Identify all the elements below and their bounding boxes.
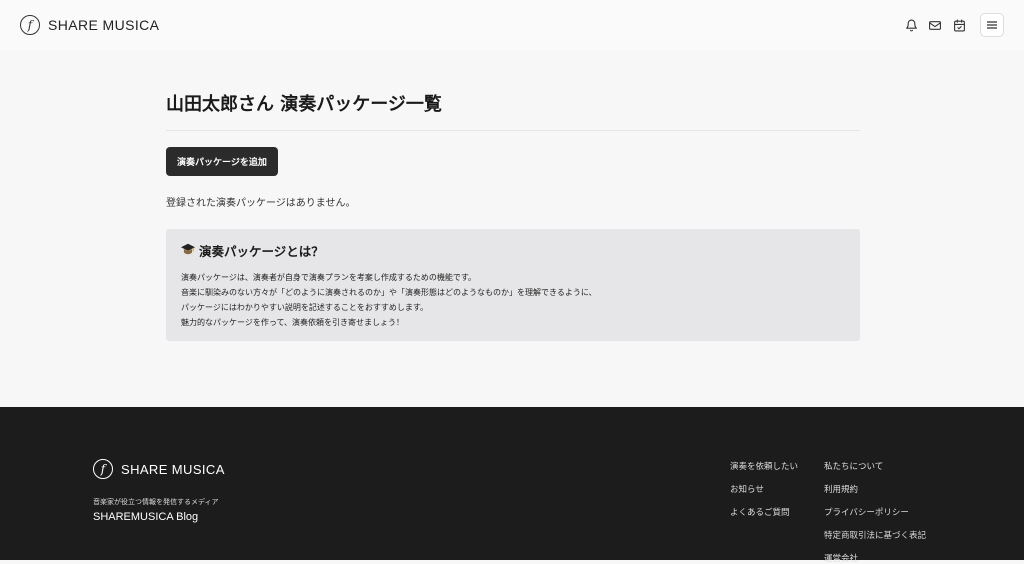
info-box: 演奏パッケージとは？ 演奏パッケージは、演奏者が自身で演奏プランを考案し作成する…	[166, 229, 860, 341]
main-content: 山田太郎さん 演奏パッケージ一覧 演奏パッケージを追加 登録された演奏パッケージ…	[166, 50, 860, 341]
footer-links-col2: 私たちについて 利用規約 プライバシーポリシー 特定商取引法に基づく表記 運営会…	[824, 462, 926, 564]
footer-links-col1: 演奏を依頼したい お知らせ よくあるご質問	[730, 462, 798, 518]
footer-link[interactable]: お知らせ	[730, 485, 798, 495]
logo-mark-icon: f	[20, 15, 40, 35]
info-line: 演奏パッケージは、演奏者が自身で演奏プランを考案し作成するための機能です。	[181, 273, 477, 282]
header-icons	[904, 13, 1004, 37]
empty-message: 登録された演奏パッケージはありません。	[166, 198, 356, 209]
menu-button[interactable]	[980, 13, 1004, 37]
footer-link[interactable]: 利用規約	[824, 485, 926, 495]
page-title: 山田太郎さん 演奏パッケージ一覧	[166, 90, 860, 131]
info-line: 音楽に馴染みのない方々が「どのように演奏されるのか」や「演奏形態はどのようなもの…	[181, 288, 597, 297]
add-package-button[interactable]: 演奏パッケージを追加	[166, 147, 278, 176]
site-footer: f SHARE MUSICA 音楽家が役立つ情報を発信するメディア SHAREM…	[0, 407, 1024, 564]
info-line: パッケージにはわかりやすい説明を記述することをおすすめします。	[181, 303, 429, 312]
graduation-cap-icon	[181, 243, 195, 258]
info-title: 演奏パッケージとは？	[181, 241, 845, 260]
site-header: f SHARE MUSICA	[0, 0, 1024, 50]
footer-link[interactable]: 私たちについて	[824, 462, 926, 472]
footer-logo-text: SHARE MUSICA	[121, 461, 225, 477]
calendar-check-icon[interactable]	[952, 18, 966, 32]
info-line: 魅力的なパッケージを作って、演奏依頼を引き寄せましょう！	[181, 318, 405, 327]
bell-icon[interactable]	[904, 18, 918, 32]
info-title-text: 演奏パッケージとは？	[199, 244, 324, 259]
footer-blog-link[interactable]: SHAREMUSICA Blog	[93, 511, 198, 523]
site-logo[interactable]: f SHARE MUSICA	[20, 15, 159, 35]
logo-mark-icon: f	[93, 459, 113, 479]
footer-link[interactable]: 演奏を依頼したい	[730, 462, 798, 472]
footer-link[interactable]: 特定商取引法に基づく表記	[824, 531, 926, 541]
footer-logo[interactable]: f SHARE MUSICA	[93, 459, 225, 479]
footer-tagline: 音楽家が役立つ情報を発信するメディア	[93, 498, 219, 506]
mail-icon[interactable]	[928, 18, 942, 32]
menu-icon	[987, 21, 997, 29]
logo-text: SHARE MUSICA	[48, 17, 160, 33]
footer-link[interactable]: プライバシーポリシー	[824, 508, 926, 518]
info-body: 演奏パッケージは、演奏者が自身で演奏プランを考案し作成するための機能です。 音楽…	[181, 270, 845, 330]
footer-link[interactable]: よくあるご質問	[730, 508, 798, 518]
footer-link[interactable]: 運営会社	[824, 554, 926, 564]
